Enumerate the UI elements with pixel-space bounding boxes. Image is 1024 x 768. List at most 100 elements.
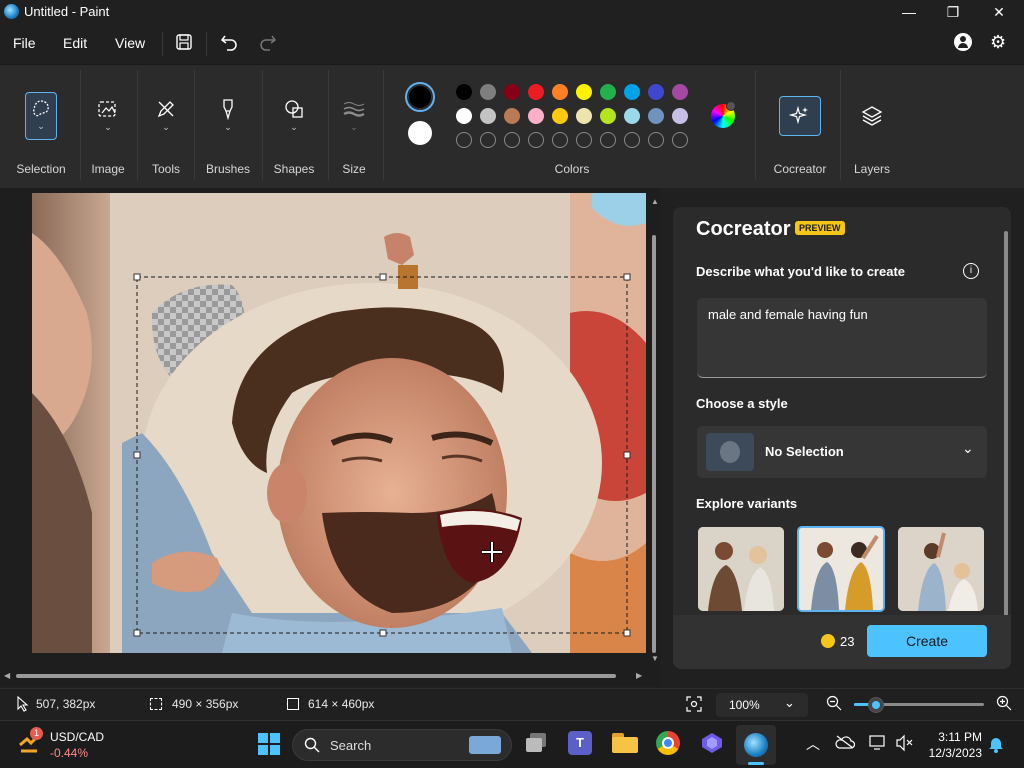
menu-edit[interactable]: Edit xyxy=(63,35,87,51)
variant-thumbnail[interactable] xyxy=(898,527,984,611)
close-button[interactable]: ✕ xyxy=(976,0,1022,24)
drawing-canvas[interactable] xyxy=(32,193,646,653)
color-swatch[interactable] xyxy=(456,108,472,124)
save-icon[interactable] xyxy=(174,32,194,57)
color-swatch[interactable] xyxy=(576,108,592,124)
primary-color-button[interactable] xyxy=(405,82,435,112)
taskbar-search-box[interactable]: Search xyxy=(292,729,512,761)
variant-thumbnail-selected[interactable] xyxy=(797,526,885,612)
brushes-button[interactable]: ⌄ xyxy=(212,92,244,140)
vertical-scrollbar[interactable]: ▲ ▼ xyxy=(648,193,660,663)
account-icon[interactable] xyxy=(954,33,972,51)
prompt-text: male and female having fun xyxy=(708,307,868,322)
color-swatch[interactable] xyxy=(672,108,688,124)
notification-badge: 1 xyxy=(30,727,43,740)
color-swatch[interactable] xyxy=(480,84,496,100)
task-view-icon[interactable] xyxy=(526,733,548,753)
size-button[interactable]: ⌄ xyxy=(338,92,370,140)
zoom-dropdown[interactable]: 100% ⌄ xyxy=(716,693,808,717)
chevron-down-icon: ⌄ xyxy=(962,440,974,456)
style-dropdown[interactable]: No Selection ⌄ xyxy=(697,426,987,478)
secondary-color-swatch[interactable] xyxy=(408,121,432,145)
color-swatch[interactable] xyxy=(552,84,568,100)
minimize-button[interactable]: — xyxy=(886,0,932,24)
search-placeholder: Search xyxy=(330,738,372,753)
edit-colors-icon[interactable] xyxy=(711,101,736,128)
info-icon[interactable]: i xyxy=(963,263,979,279)
color-swatch[interactable] xyxy=(672,84,688,100)
settings-gear-icon[interactable]: ⚙ xyxy=(990,32,1006,53)
file-explorer-icon[interactable] xyxy=(612,733,638,753)
style-value: No Selection xyxy=(765,444,844,459)
zoom-out-icon[interactable] xyxy=(826,695,842,716)
menu-divider xyxy=(206,32,207,56)
color-swatch[interactable] xyxy=(528,108,544,124)
panel-scrollbar[interactable] xyxy=(1004,231,1008,631)
preview-badge: PREVIEW xyxy=(795,221,845,235)
notification-bell-icon[interactable] xyxy=(988,735,1004,758)
cocreator-button[interactable] xyxy=(779,96,821,136)
color-swatch[interactable] xyxy=(600,84,616,100)
group-label-brushes: Brushes xyxy=(205,162,251,176)
color-swatch[interactable] xyxy=(456,84,472,100)
clock-date[interactable]: 12/3/2023 xyxy=(922,746,982,760)
color-swatch[interactable] xyxy=(624,84,640,100)
zoom-slider-thumb[interactable] xyxy=(868,697,884,713)
teams-icon[interactable]: T xyxy=(568,731,592,755)
custom-color-slot[interactable] xyxy=(624,132,640,148)
ribbon-divider xyxy=(328,70,329,180)
chevron-up-icon[interactable]: ︿ xyxy=(806,734,820,754)
redo-icon[interactable] xyxy=(258,32,278,57)
maximize-button[interactable]: ❐ xyxy=(930,0,976,24)
create-button[interactable]: Create xyxy=(867,625,987,657)
horizontal-scroll-thumb[interactable] xyxy=(16,674,616,678)
color-swatch[interactable] xyxy=(528,84,544,100)
color-swatch[interactable] xyxy=(504,108,520,124)
selection-tool-button[interactable]: ⌄ xyxy=(25,92,57,140)
image-tool-button[interactable]: ⌄ xyxy=(92,92,124,140)
custom-color-slot[interactable] xyxy=(672,132,688,148)
windows-start-icon[interactable] xyxy=(258,733,280,755)
color-swatch[interactable] xyxy=(648,84,664,100)
paint-icon xyxy=(744,733,768,757)
menu-view[interactable]: View xyxy=(115,35,145,51)
clock-time[interactable]: 3:11 PM xyxy=(932,730,982,744)
describe-label: Describe what you'd like to create xyxy=(696,264,905,279)
color-swatch[interactable] xyxy=(480,108,496,124)
color-swatch[interactable] xyxy=(504,84,520,100)
zoom-in-icon[interactable] xyxy=(996,695,1012,716)
custom-color-slot[interactable] xyxy=(528,132,544,148)
visual-studio-icon[interactable] xyxy=(700,731,724,755)
color-palette-row xyxy=(456,84,688,100)
prompt-textarea[interactable]: male and female having fun xyxy=(697,298,987,378)
custom-color-slot[interactable] xyxy=(552,132,568,148)
custom-color-slot[interactable] xyxy=(576,132,592,148)
color-swatch[interactable] xyxy=(648,108,664,124)
variant-thumbnail[interactable] xyxy=(698,527,784,611)
custom-color-slot[interactable] xyxy=(600,132,616,148)
shapes-button[interactable]: ⌄ xyxy=(278,92,310,140)
onedrive-icon[interactable] xyxy=(835,735,856,754)
menu-file[interactable]: File xyxy=(13,35,36,51)
volume-muted-icon[interactable] xyxy=(895,734,913,757)
color-swatch[interactable] xyxy=(624,108,640,124)
layers-button[interactable] xyxy=(860,104,884,133)
chrome-icon[interactable] xyxy=(656,731,680,755)
stock-widget-icon[interactable]: 1 xyxy=(18,727,43,753)
tools-button[interactable]: ⌄ xyxy=(150,92,182,140)
fit-to-window-icon[interactable] xyxy=(686,696,702,717)
zoom-slider[interactable] xyxy=(854,697,984,713)
group-label-cocreator: Cocreator xyxy=(773,162,827,176)
custom-color-slot[interactable] xyxy=(480,132,496,148)
network-icon[interactable] xyxy=(868,734,888,757)
custom-color-slot[interactable] xyxy=(504,132,520,148)
color-swatch[interactable] xyxy=(552,108,568,124)
custom-color-slot[interactable] xyxy=(648,132,664,148)
vertical-scroll-thumb[interactable] xyxy=(652,235,656,653)
horizontal-scrollbar[interactable]: ◀ ▶ xyxy=(0,670,648,682)
paint-taskbar-button[interactable] xyxy=(736,725,776,765)
undo-icon[interactable] xyxy=(219,32,239,57)
color-swatch[interactable] xyxy=(576,84,592,100)
custom-color-slot[interactable] xyxy=(456,132,472,148)
color-swatch[interactable] xyxy=(600,108,616,124)
